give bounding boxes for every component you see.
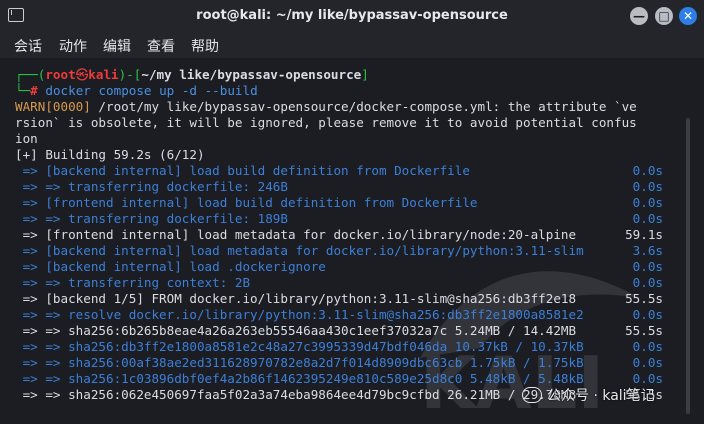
- build-step-row: => [backend internal] load metadata for …: [15, 243, 584, 258]
- build-step-time: 0.0s: [632, 211, 663, 226]
- build-step-row: => [frontend internal] load build defini…: [15, 195, 478, 210]
- build-step-row: => [backend internal] load build definit…: [15, 163, 470, 178]
- build-step-row: => => transferring dockerfile: 189B: [15, 211, 288, 226]
- window-title: root@kali: ~/my like/bypassav-opensource: [196, 8, 508, 23]
- build-step-row: => => sha256:6b265b8eae4a26a263eb55546aa…: [15, 323, 577, 338]
- build-step-row: => => resolve docker.io/library/python:3…: [15, 307, 584, 322]
- build-step-row: => => transferring dockerfile: 246B: [15, 179, 288, 194]
- scrollbar[interactable]: [686, 118, 690, 414]
- build-step-row: => => sha256:00af38ae2ed311628970782e8a2…: [15, 355, 584, 370]
- build-step-time: 0.0s: [632, 275, 663, 290]
- build-status: [+] Building 59.2s (6/12): [15, 147, 205, 162]
- prompt-line: ┌──(root㉿kali)-[~/my like/bypassav-opens…: [15, 67, 369, 82]
- wechat-watermark: 公众号 · kali笔记: [522, 385, 655, 407]
- build-step-row: => => transferring context: 2B: [15, 275, 251, 290]
- menu-actions[interactable]: 动作: [59, 36, 87, 56]
- terminal-output[interactable]: KALI ┌──(root㉿kali)-[~/my like/bypassav-…: [0, 58, 704, 424]
- menu-view[interactable]: 查看: [147, 36, 175, 56]
- build-step-row: => => sha256:db3ff2e1800a8581e2c48a27c39…: [15, 339, 584, 354]
- menu-edit[interactable]: 编辑: [103, 36, 131, 56]
- build-step-time: 0.0s: [632, 355, 663, 370]
- build-step-time: 55.5s: [625, 323, 663, 338]
- build-step-row: => => sha256:1c03896dbf0ef4a2b86f1462395…: [15, 371, 584, 386]
- build-step-time: 0.0s: [632, 307, 663, 322]
- warning-line: rsion` is obsolete, it will be ignored, …: [15, 115, 637, 130]
- maximize-button[interactable]: □: [655, 7, 673, 25]
- minimize-button[interactable]: —: [630, 7, 648, 25]
- command-line: └─# docker compose up -d --build: [15, 83, 258, 98]
- build-step-time: 0.0s: [632, 195, 663, 210]
- warning-line: WARN[0000] /root/my like/bypassav-openso…: [15, 99, 637, 114]
- menu-bar: 会话 动作 编辑 查看 帮助: [0, 32, 704, 58]
- build-step-time: 0.0s: [632, 259, 663, 274]
- build-step-row: => [backend internal] load .dockerignore: [15, 259, 326, 274]
- wechat-icon: [522, 387, 542, 403]
- build-step-row: => [frontend internal] load metadata for…: [15, 227, 577, 242]
- build-step-row: => [backend 1/5] FROM docker.io/library/…: [15, 291, 577, 306]
- build-step-row: => => sha256:062e450697faa5f02a3a74eba98…: [15, 387, 577, 402]
- build-step-time: 55.5s: [625, 291, 663, 306]
- build-step-time: 3.6s: [632, 243, 663, 258]
- build-step-time: 0.0s: [632, 163, 663, 178]
- terminal-window: root@kali: ~/my like/bypassav-opensource…: [0, 0, 704, 424]
- menu-help[interactable]: 帮助: [191, 36, 219, 56]
- title-bar: root@kali: ~/my like/bypassav-opensource…: [0, 0, 704, 32]
- build-step-time: 59.1s: [625, 227, 663, 242]
- close-button[interactable]: ✕: [679, 7, 697, 25]
- warning-line: ion: [15, 131, 38, 146]
- build-step-time: 0.0s: [632, 179, 663, 194]
- menu-session[interactable]: 会话: [14, 36, 42, 56]
- build-step-time: 0.0s: [632, 339, 663, 354]
